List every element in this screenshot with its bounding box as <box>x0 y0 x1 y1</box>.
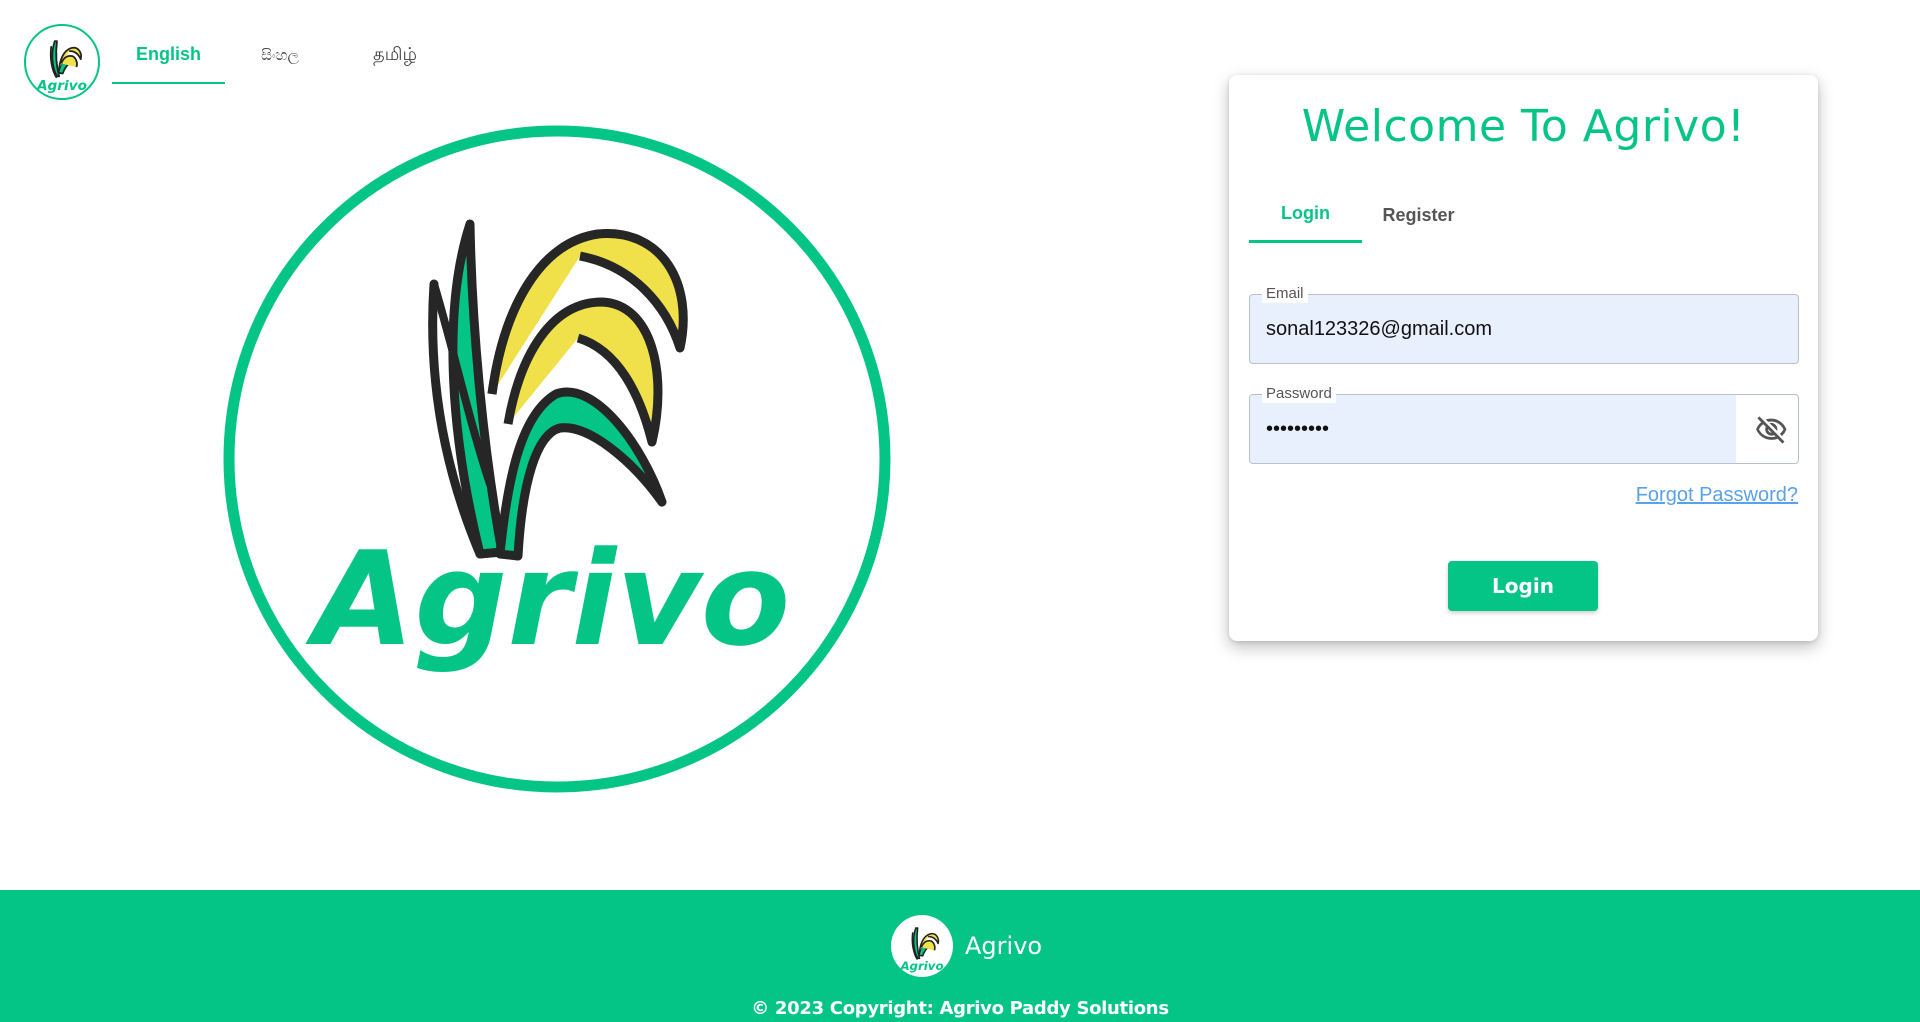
agrivo-footer-logo-icon: Agrivo <box>899 927 944 973</box>
footer: Agrivo Agrivo © 2023 Copyright: Agrivo P… <box>0 890 1920 1022</box>
login-card: Welcome To Agrivo! Login Register Email … <box>1229 75 1818 641</box>
svg-text:Agrivo: Agrivo <box>305 523 790 675</box>
tab-english[interactable]: English <box>112 26 225 84</box>
tab-register[interactable]: Register <box>1362 187 1475 243</box>
tab-sinhala[interactable]: සිංහල <box>225 26 335 84</box>
password-field[interactable]: Password ••••••••• <box>1249 385 1799 464</box>
agrivo-hero-logo-icon: Agrivo <box>223 125 891 793</box>
tab-login[interactable]: Login <box>1249 187 1362 243</box>
footer-logo: Agrivo <box>891 915 953 977</box>
hero-logo: Agrivo <box>222 124 892 794</box>
svg-text:Agrivo: Agrivo <box>899 959 943 973</box>
agrivo-logo-icon: Agrivo <box>36 40 87 94</box>
forgot-password-link[interactable]: Forgot Password? <box>1636 484 1798 507</box>
header-logo[interactable]: Agrivo <box>24 24 100 100</box>
footer-copyright: © 2023 Copyright: Agrivo Paddy Solutions <box>751 998 1169 1019</box>
eye-off-icon[interactable] <box>1754 413 1788 447</box>
login-button[interactable]: Login <box>1448 561 1598 611</box>
tab-tamil[interactable]: தமிழ் <box>335 26 455 84</box>
password-input[interactable]: ••••••••• <box>1266 395 1746 463</box>
card-title: Welcome To Agrivo! <box>1301 101 1746 152</box>
email-input[interactable]: sonal123326@gmail.com <box>1266 295 1746 363</box>
email-field[interactable]: Email sonal123326@gmail.com <box>1249 285 1799 364</box>
auth-tabs: Login Register <box>1249 187 1475 243</box>
footer-brand-name: Agrivo <box>965 932 1043 960</box>
language-tabs: English සිංහල தமிழ் <box>112 26 455 86</box>
svg-text:Agrivo: Agrivo <box>36 78 87 94</box>
